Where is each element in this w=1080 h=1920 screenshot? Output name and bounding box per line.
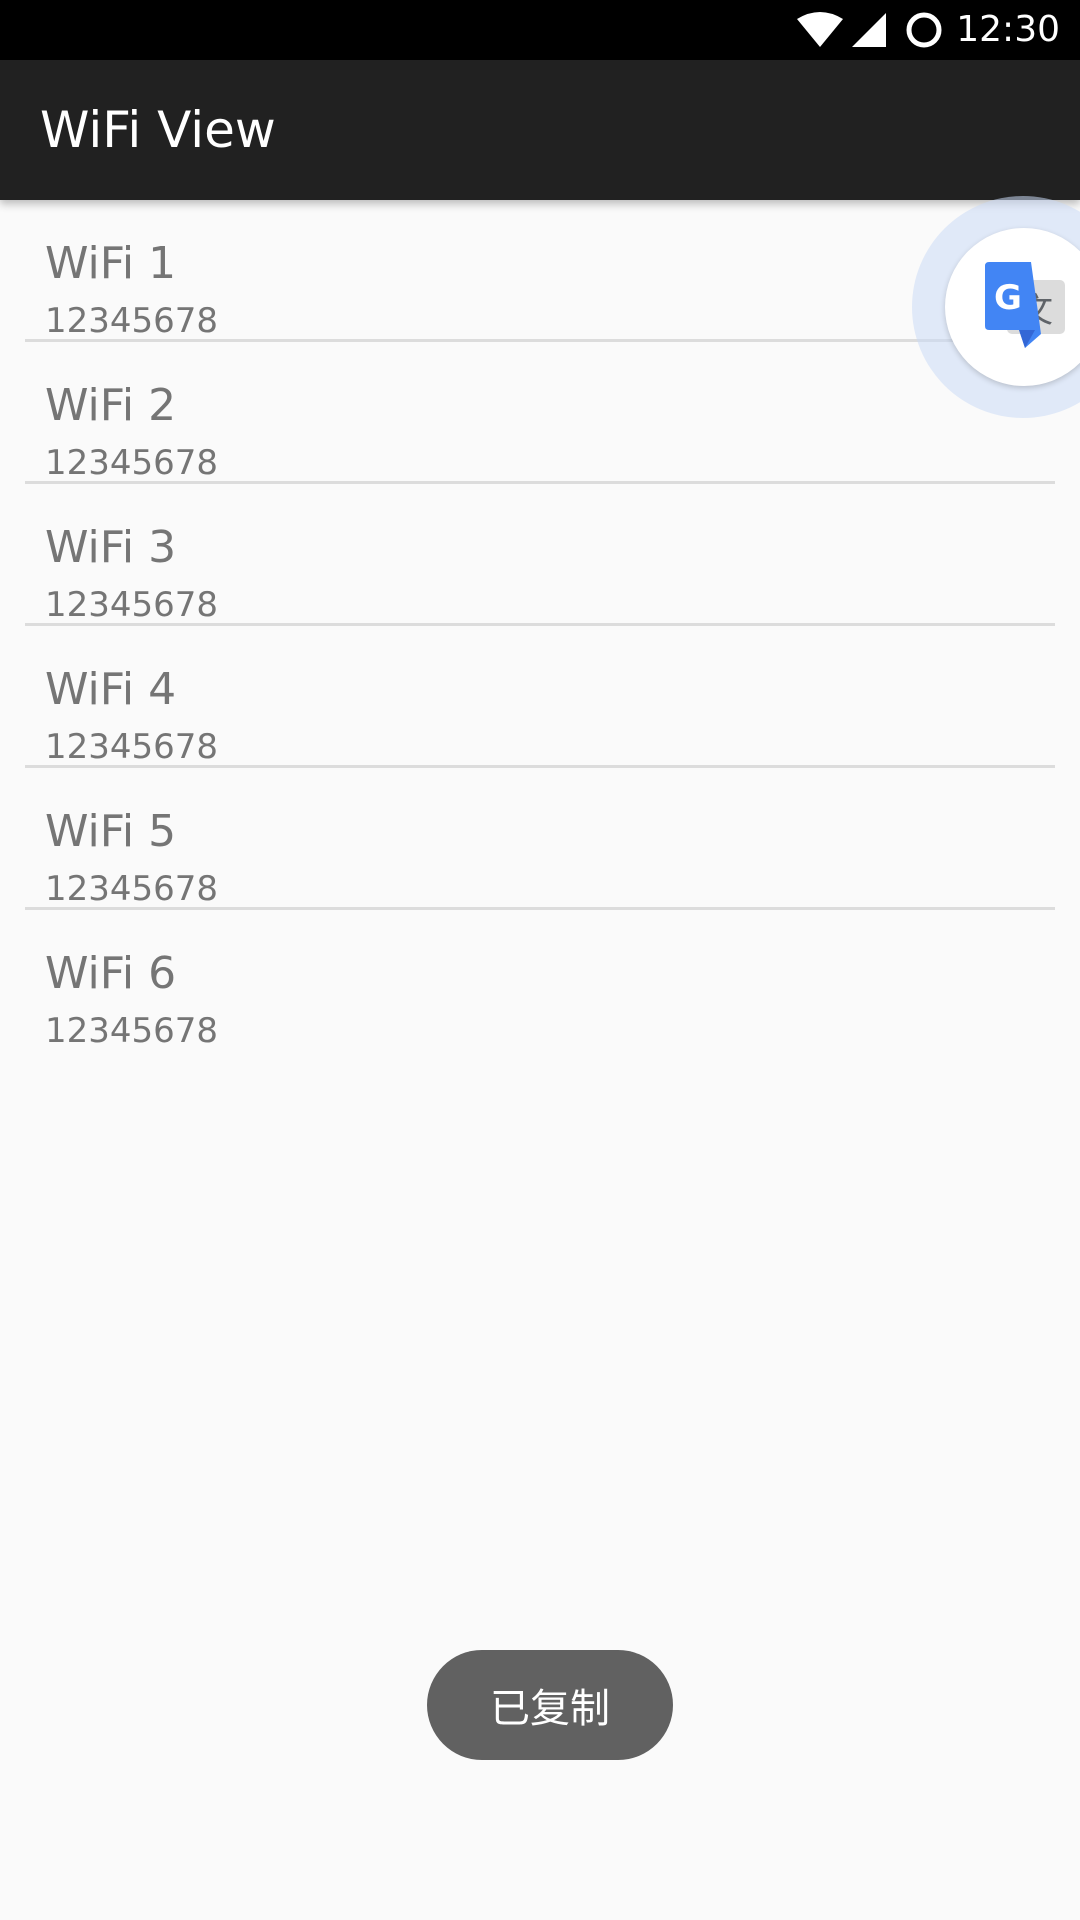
wifi-password: 12345678 — [45, 443, 219, 483]
wifi-name: WiFi 3 — [45, 522, 177, 573]
list-item[interactable]: WiFi 1 12345678 — [25, 200, 1055, 342]
app-bar: WiFi View — [0, 60, 1080, 200]
list-item[interactable]: WiFi 6 12345678 — [25, 910, 1055, 1052]
wifi-password: 12345678 — [45, 1011, 219, 1051]
wifi-icon — [796, 11, 844, 49]
list-item[interactable]: WiFi 3 12345678 — [25, 484, 1055, 626]
wifi-password: 12345678 — [45, 585, 219, 625]
wifi-name: WiFi 1 — [45, 238, 177, 289]
wifi-name: WiFi 6 — [45, 948, 177, 999]
app-title: WiFi View — [40, 101, 276, 159]
sync-circle-icon — [904, 10, 944, 50]
list-item[interactable]: WiFi 2 12345678 — [25, 342, 1055, 484]
wifi-name: WiFi 4 — [45, 664, 177, 715]
status-bar: 12:30 — [0, 0, 1080, 60]
wifi-name: WiFi 5 — [45, 806, 177, 857]
cell-signal-icon — [850, 11, 888, 49]
list-item[interactable]: WiFi 4 12345678 — [25, 626, 1055, 768]
svg-text:G: G — [994, 278, 1022, 318]
status-clock: 12:30 — [956, 9, 1060, 50]
wifi-name: WiFi 2 — [45, 380, 177, 431]
list-item[interactable]: WiFi 5 12345678 — [25, 768, 1055, 910]
status-icons: 12:30 — [796, 0, 1060, 60]
google-translate-icon: 文 G — [981, 262, 1067, 352]
copied-toast: 已复制 — [427, 1650, 673, 1760]
wifi-password: 12345678 — [45, 727, 219, 767]
wifi-password: 12345678 — [45, 301, 219, 341]
wifi-password: 12345678 — [45, 869, 219, 909]
